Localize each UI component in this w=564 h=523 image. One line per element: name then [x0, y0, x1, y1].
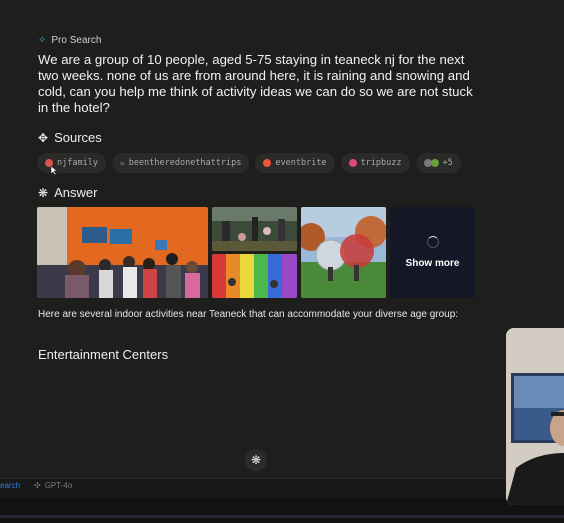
pro-search-text: Pro Search	[51, 35, 102, 46]
bottom-toolbar	[0, 478, 508, 499]
source-chip-label: tripbuzz	[360, 158, 402, 168]
pro-search-label: ✧ Pro Search	[38, 35, 101, 46]
image-bubble-soccer[interactable]	[301, 207, 386, 298]
source-chip-more[interactable]: +5	[415, 153, 461, 173]
pro-search-icon: ✧	[38, 35, 47, 46]
image-trampoline[interactable]	[212, 207, 297, 251]
more-favicon-icon	[430, 159, 439, 167]
source-chip-label: eventbrite	[275, 158, 327, 168]
entertainment-centers-heading: Entertainment Centers	[38, 347, 169, 362]
source-chip-njfamily[interactable]: njfamily	[37, 153, 106, 173]
source-chip-label: +5	[442, 158, 453, 168]
beentheredonethattrips-favicon-icon: ≡	[119, 158, 125, 168]
source-chip-eventbrite[interactable]: eventbrite	[255, 153, 335, 173]
answer-text: Here are several indoor activities near …	[38, 309, 459, 320]
footer-divider	[0, 515, 564, 518]
mouse-cursor-icon	[51, 166, 57, 175]
tripbuzz-favicon-icon	[348, 159, 357, 167]
footer-bar	[0, 498, 564, 523]
sources-list: njfamily ≡ beentheredonethattrips eventb…	[37, 153, 461, 173]
model-selector[interactable]: ✣ GPT-4o	[34, 481, 72, 490]
webcam-overlay	[506, 328, 564, 505]
source-chip-beentheredonethattrips[interactable]: ≡ beentheredonethattrips	[111, 153, 250, 173]
search-mode-label[interactable]: earch	[0, 481, 20, 490]
answer-heading: ❋ Answer	[38, 185, 97, 200]
perplexity-logo-icon[interactable]: ❋	[245, 449, 267, 471]
sources-icon: ✥	[38, 130, 49, 145]
answer-heading-text: Answer	[54, 185, 98, 200]
image-rainbow-slide[interactable]	[212, 254, 297, 298]
show-more-button[interactable]: Show more	[390, 207, 475, 298]
answer-icon: ❋	[38, 185, 49, 200]
loading-spinner-icon	[426, 236, 439, 248]
image-kids-arcade[interactable]	[37, 207, 208, 298]
source-chip-label: njfamily	[57, 158, 98, 168]
eventbrite-favicon-icon	[263, 159, 272, 167]
model-label: GPT-4o	[44, 481, 73, 490]
sources-heading-text: Sources	[54, 130, 102, 145]
show-more-label: Show more	[405, 258, 460, 269]
sources-heading: ✥ Sources	[38, 130, 102, 145]
user-question: We are a group of 10 people, aged 5-75 s…	[38, 52, 473, 115]
model-icon: ✣	[34, 481, 41, 490]
source-chip-label: beentheredonethattrips	[128, 158, 242, 168]
source-chip-tripbuzz[interactable]: tripbuzz	[340, 153, 410, 173]
